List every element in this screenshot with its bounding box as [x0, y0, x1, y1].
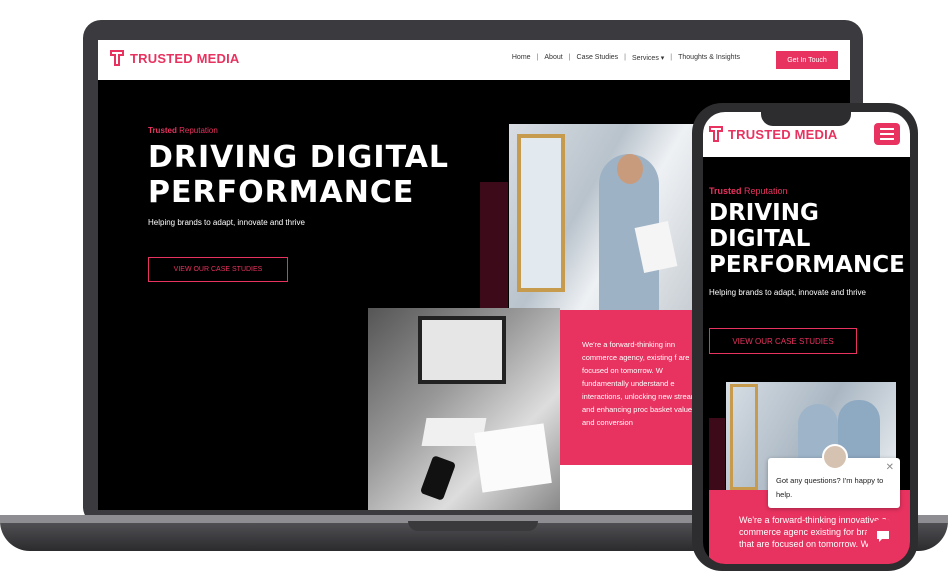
- nav-separator: |: [568, 54, 571, 61]
- chat-avatar: [822, 444, 848, 470]
- get-in-touch-button[interactable]: Get In Touch: [776, 51, 838, 69]
- mobile-hero-title: DRIVING DIGITAL PERFORMANCE: [709, 200, 909, 278]
- trusted-media-logo-icon: [110, 50, 124, 66]
- nav-home[interactable]: Home: [512, 54, 531, 62]
- nav-separator: |: [670, 54, 673, 61]
- decorative-bar: [480, 182, 508, 312]
- desktop-logo[interactable]: TRUSTED MEDIA: [110, 50, 240, 66]
- view-case-studies-button[interactable]: VIEW OUR CASE STUDIES: [148, 257, 288, 282]
- hero-kicker: Trusted Reputation: [148, 126, 218, 135]
- nav-separator: |: [624, 54, 626, 61]
- person-head: [617, 154, 643, 184]
- brand-name: TRUSTED MEDIA: [130, 50, 240, 66]
- phone-notch: [761, 110, 851, 126]
- chevron-down-icon: ▾: [660, 55, 665, 62]
- mobile-title-line-3: PERFORMANCE: [709, 252, 905, 278]
- photo-phone: [419, 455, 457, 501]
- chat-bubble-icon: [877, 531, 889, 542]
- photo-laptop: [418, 316, 506, 384]
- nav-case-studies[interactable]: Case Studies: [577, 54, 619, 62]
- white-block: [558, 465, 705, 510]
- photo-sketch-sheet: [474, 423, 552, 493]
- brand-name: TRUSTED MEDIA: [728, 126, 838, 142]
- nav-services[interactable]: Services ▾: [632, 54, 664, 62]
- kicker-rest: Reputation: [741, 186, 788, 196]
- mobile-title-line-1: DRIVING: [709, 200, 819, 226]
- kicker-bold: Trusted: [709, 186, 742, 196]
- about-block: We're a forward-thinking inn commerce ag…: [558, 310, 705, 465]
- close-icon[interactable]: ✕: [886, 462, 894, 473]
- mobile-view-case-studies-button[interactable]: VIEW OUR CASE STUDIES: [709, 328, 857, 354]
- window-frame: [730, 384, 758, 490]
- chat-message: Got any questions? I'm happy to help.: [776, 476, 884, 499]
- about-text: We're a forward-thinking inn commerce ag…: [582, 340, 701, 427]
- hero-subtitle: Helping brands to adapt, innovate and th…: [148, 218, 305, 227]
- nav-thoughts-insights[interactable]: Thoughts & Insights: [678, 54, 740, 62]
- desktop-nav-links: Home | About | Case Studies | Services ▾…: [512, 54, 740, 62]
- hero-title-line-2: PERFORMANCE: [148, 175, 415, 210]
- kicker-bold: Trusted: [148, 126, 177, 135]
- hero-title-line-1: DRIVING DIGITAL: [148, 140, 450, 175]
- trusted-media-logo-icon: [709, 126, 723, 142]
- hero-title: DRIVING DIGITAL PERFORMANCE: [148, 140, 478, 210]
- window-frame: [517, 134, 565, 292]
- nav-services-label: Services: [631, 55, 659, 62]
- mobile-hero-kicker: Trusted Reputation: [709, 186, 788, 196]
- chat-launcher-button[interactable]: [866, 519, 900, 553]
- laptop-notch: [408, 521, 538, 531]
- workspace-photo: [368, 308, 560, 510]
- kicker-rest: Reputation: [176, 126, 218, 135]
- desktop-navbar: TRUSTED MEDIA Home | About | Case Studie…: [98, 40, 850, 80]
- mobile-title-line-2: DIGITAL: [709, 226, 811, 252]
- hamburger-menu-icon[interactable]: [874, 123, 900, 145]
- mobile-logo[interactable]: TRUSTED MEDIA: [709, 126, 838, 142]
- nav-separator: |: [536, 54, 539, 61]
- nav-about[interactable]: About: [544, 54, 562, 62]
- mobile-hero-subtitle: Helping brands to adapt, innovate and th…: [709, 288, 866, 297]
- businessman-photo: [509, 124, 699, 310]
